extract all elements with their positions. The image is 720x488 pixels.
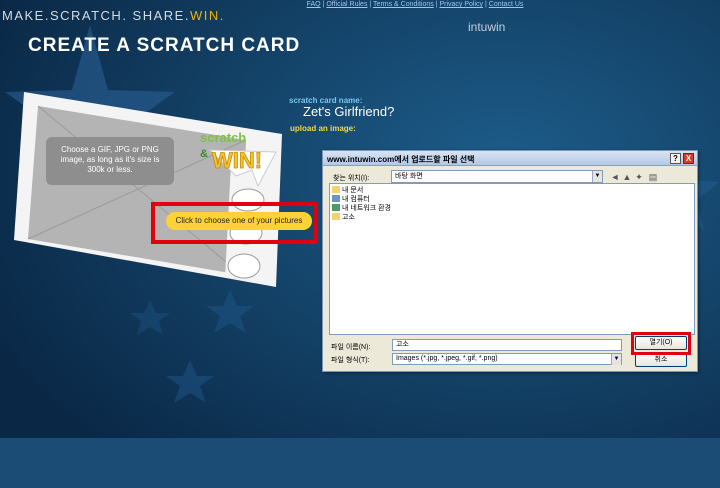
dialog-titlebar: www.intuwin.com에서 업로드할 파일 선택 ? X [323,151,697,166]
upload-info: Choose a GIF, JPG or PNG image, as long … [46,137,174,185]
link-faq[interactable]: FAQ [307,1,321,8]
link-official-rules[interactable]: Official Rules [326,1,367,8]
tagline-main: MAKE.SCRATCH. SHARE. [2,8,190,23]
list-item[interactable]: 고소 [332,213,692,222]
upload-label: upload an image: [290,124,356,133]
file-list[interactable]: 내 문서 내 컴퓨터 내 네트워크 환경 고소 [329,183,695,335]
folder-icon [332,186,340,193]
look-in-value: 바탕 화면 [395,173,423,180]
computer-icon [332,195,340,202]
scratch-card-preview: scratch & WIN! [14,92,282,287]
link-privacy[interactable]: Privacy Policy [439,1,483,8]
back-icon[interactable]: ◄ [610,172,620,182]
look-in-dropdown[interactable]: 바탕 화면 ▼ [391,170,603,183]
folder-icon [332,213,340,220]
open-button-highlight [631,332,691,355]
logo-scratch: scratch [200,130,246,145]
cancel-button[interactable]: 취소 [635,353,687,367]
filetype-dropdown[interactable]: Images (*.jpg, *.jpeg, *.gif, *.png) ▼ [392,353,622,365]
new-folder-icon[interactable]: ✦ [634,172,644,182]
list-item[interactable]: 내 문서 [332,186,692,195]
close-button[interactable]: X [683,153,694,164]
up-folder-icon[interactable]: ▲ [622,172,632,182]
look-in-label: 찾는 위치(I): [333,175,370,182]
network-icon [332,204,340,211]
logo-win: WIN! [212,148,262,173]
page-title: CREATE A SCRATCH CARD [28,35,301,56]
chevron-down-icon[interactable]: ▼ [592,171,602,182]
tagline-win: WIN. [189,8,225,23]
filename-label: 파일 이름(N): [331,344,371,351]
list-item[interactable]: 내 컴퓨터 [332,195,692,204]
tagline: MAKE.SCRATCH. SHARE.WIN. [2,8,225,23]
view-menu-icon[interactable]: ▤ [648,172,658,182]
choose-picture-button[interactable]: Click to choose one of your pictures [166,212,312,230]
chevron-down-icon[interactable]: ▼ [611,354,621,365]
logo-amp: & [200,148,208,160]
card-name-value: Zet's Girlfriend? [303,104,395,119]
filetype-value: Images (*.jpg, *.jpeg, *.gif, *.png) [396,355,498,362]
list-item[interactable]: 내 네트워크 환경 [332,204,692,213]
dialog-title: www.intuwin.com에서 업로드할 파일 선택 [327,155,475,164]
link-terms[interactable]: Terms & Conditions [373,1,434,8]
help-button[interactable]: ? [670,153,681,164]
brand-logo: intuwin [468,20,506,34]
filetype-label: 파일 형식(T): [331,357,370,364]
filename-input[interactable]: 고소 [392,339,622,351]
link-contact[interactable]: Contact Us [489,1,524,8]
footer-links: FAQ | Official Rules | Terms & Condition… [306,1,524,8]
